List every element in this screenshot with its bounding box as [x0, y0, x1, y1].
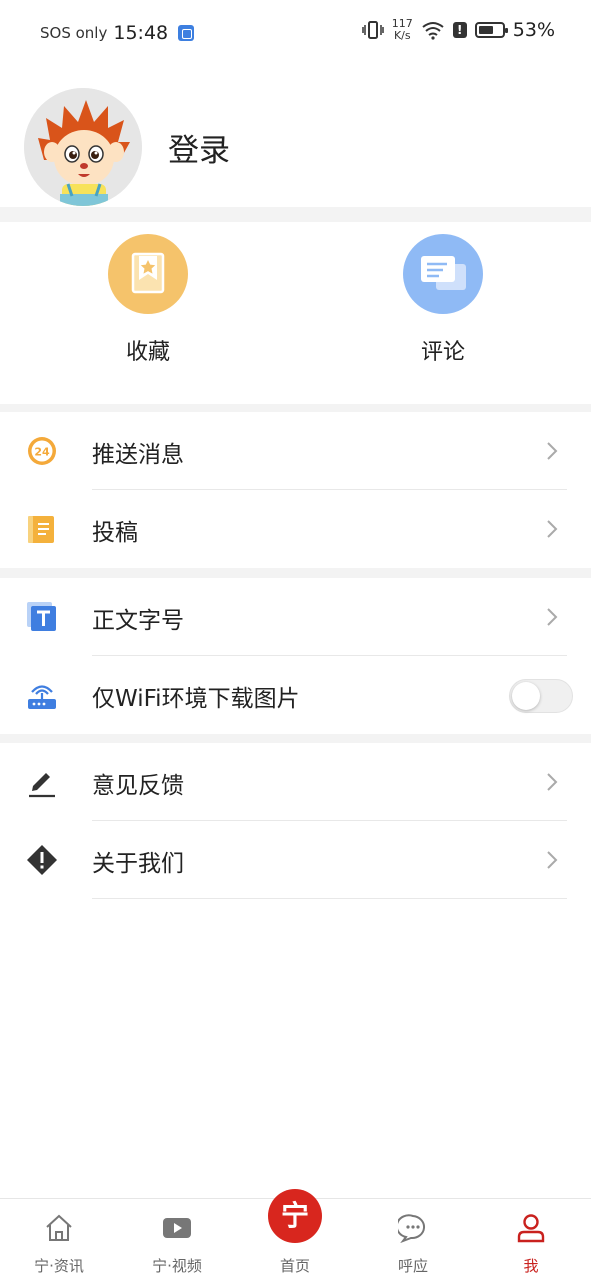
menu-label: 仅WiFi环境下载图片	[92, 686, 300, 712]
wifi-icon	[422, 22, 444, 40]
battery-percent: 53%	[512, 19, 555, 41]
bottom-navigation: 宁·资讯 宁·视频 宁 首页 呼应 我	[0, 1189, 591, 1280]
24h-clock-icon: 24	[28, 437, 56, 465]
menu-item-about-us[interactable]: 关于我们	[0, 821, 591, 899]
menu-label: 意见反馈	[92, 773, 184, 799]
person-icon	[517, 1214, 545, 1243]
menu-item-font-size[interactable]: 正文字号	[0, 578, 591, 656]
tab-label: 我	[523, 1257, 539, 1275]
mascot-avatar-icon	[24, 88, 142, 206]
wifi-only-toggle[interactable]	[509, 679, 573, 713]
chevron-right-icon	[547, 773, 558, 791]
battery-icon	[474, 22, 508, 38]
wifi-router-icon	[28, 685, 56, 709]
section-divider	[0, 734, 591, 743]
chevron-right-icon	[547, 520, 558, 538]
status-bar: SOS only 15:48 117 K/s ! 53%	[0, 0, 591, 66]
pencil-icon	[29, 773, 55, 798]
network-speed-unit: K/s	[393, 29, 411, 42]
favorites-label: 收藏	[125, 340, 170, 365]
divider	[92, 898, 567, 899]
comments-button[interactable]: 评论	[373, 234, 513, 366]
bookmark-icon	[108, 234, 188, 314]
section-divider	[0, 207, 591, 222]
tab-label: 首页	[279, 1257, 310, 1275]
toggle-knob	[512, 682, 540, 710]
section-divider	[0, 568, 591, 578]
info-diamond-icon	[27, 845, 57, 875]
ning-logo-icon: 宁	[268, 1189, 322, 1243]
network-speed: 117 K/s	[392, 18, 413, 42]
menu-label: 投稿	[92, 520, 138, 546]
tab-ning-video[interactable]: 宁·视频	[118, 1199, 236, 1280]
tab-label: 呼应	[397, 1257, 428, 1275]
carrier-text: SOS only	[40, 24, 108, 42]
tab-me[interactable]: 我	[472, 1199, 590, 1280]
tab-label: 宁·资讯	[34, 1257, 84, 1275]
menu-item-submit-article[interactable]: 投稿	[0, 490, 591, 568]
menu-item-feedback[interactable]: 意见反馈	[0, 743, 591, 821]
menu-item-wifi-only-images: 仅WiFi环境下载图片	[0, 656, 591, 734]
menu-label: 关于我们	[92, 851, 184, 877]
comments-label: 评论	[420, 340, 465, 365]
tab-label: 宁·视频	[152, 1257, 202, 1275]
text-size-icon	[27, 602, 56, 631]
chevron-right-icon	[547, 442, 558, 460]
chevron-right-icon	[547, 851, 558, 869]
menu-label: 正文字号	[92, 608, 184, 634]
avatar[interactable]	[24, 88, 142, 206]
notification-app-icon	[178, 25, 195, 41]
home-icon	[46, 1214, 72, 1241]
tab-response[interactable]: 呼应	[354, 1199, 472, 1280]
tab-home[interactable]: 宁 首页	[236, 1189, 354, 1280]
tab-ning-news[interactable]: 宁·资讯	[0, 1199, 118, 1280]
menu-label: 推送消息	[92, 442, 184, 468]
notebook-icon	[28, 516, 54, 543]
chat-bubble-icon	[398, 1214, 425, 1243]
profile-header[interactable]: 登录	[24, 88, 230, 206]
chevron-right-icon	[547, 608, 558, 626]
alert-icon: !	[452, 22, 467, 38]
comment-icon	[403, 234, 483, 314]
login-link[interactable]: 登录	[168, 125, 230, 170]
favorites-button[interactable]: 收藏	[78, 234, 218, 366]
clock: 15:48	[113, 22, 169, 44]
menu-item-push-messages[interactable]: 24 推送消息	[0, 412, 591, 490]
svg-text:24: 24	[34, 446, 50, 459]
vibrate-icon	[362, 21, 384, 39]
section-divider	[0, 404, 591, 412]
quick-actions: 收藏 评论	[0, 222, 591, 404]
video-play-icon	[163, 1218, 191, 1238]
